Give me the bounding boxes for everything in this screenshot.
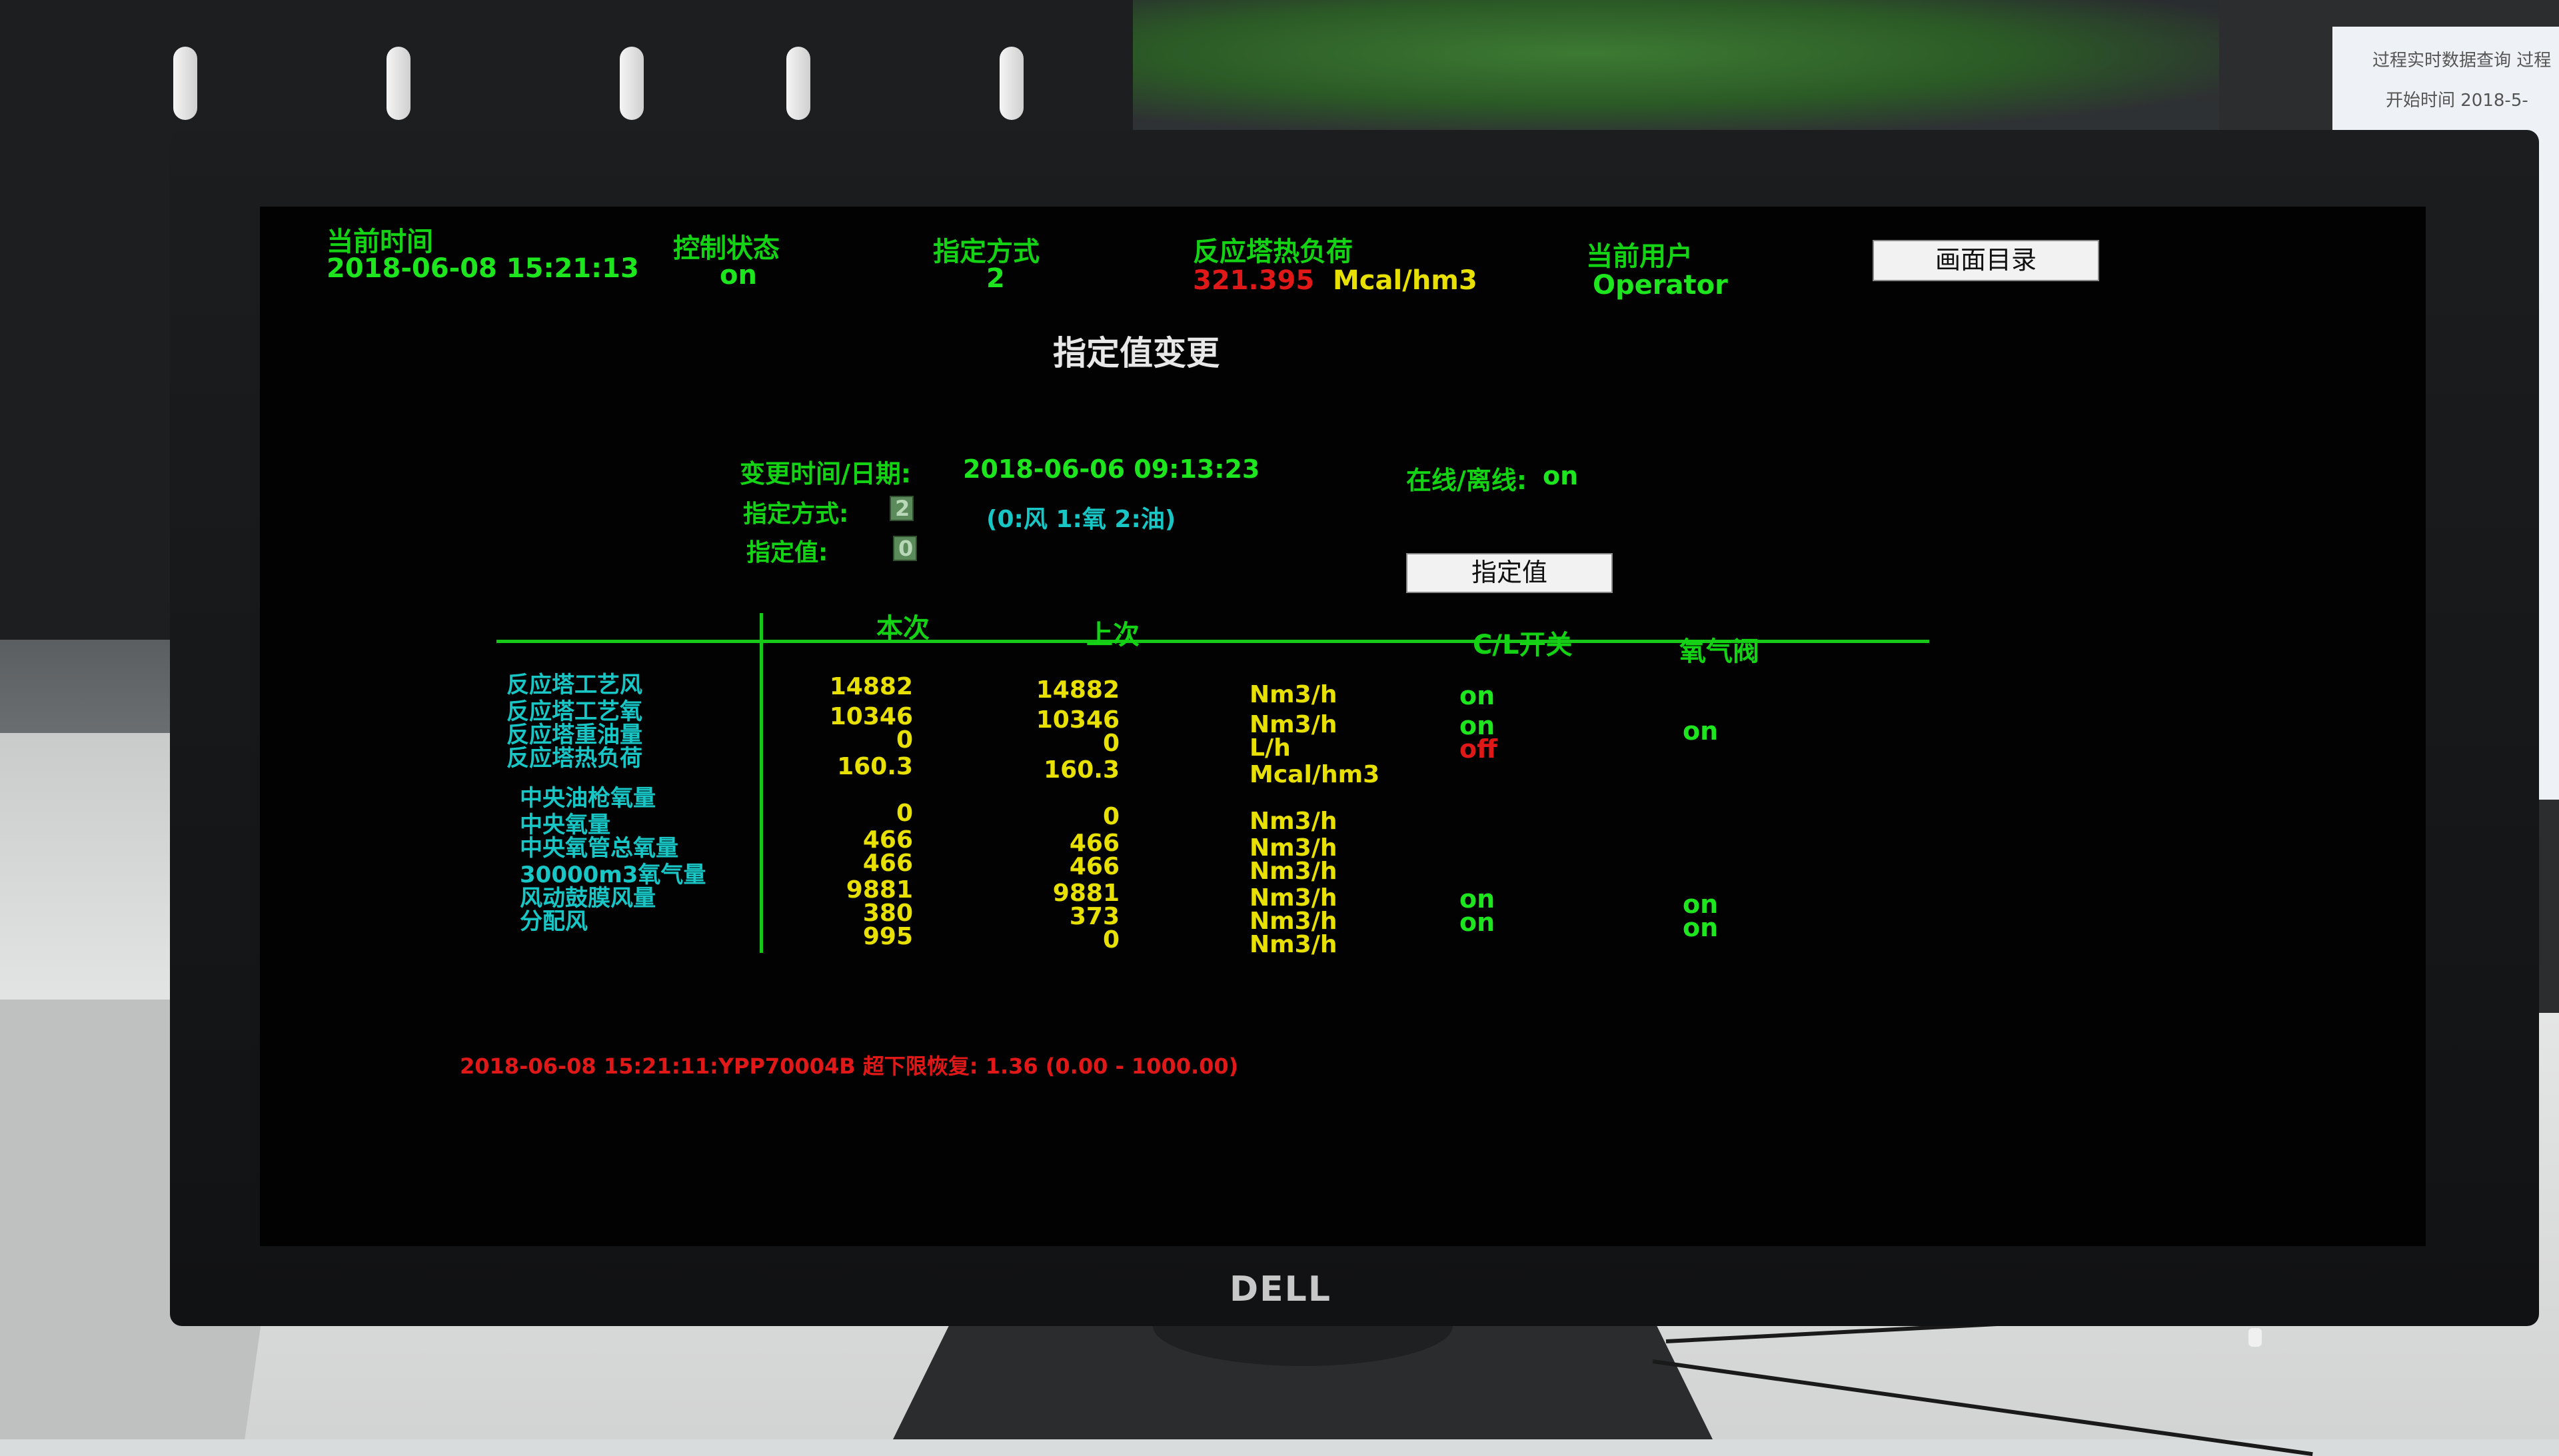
row-current-value: 995	[862, 923, 913, 950]
row-previous-value: 466	[1069, 853, 1120, 880]
current-user-value: Operator	[1593, 270, 1728, 301]
row-label: 分配风	[520, 908, 588, 935]
row-previous-value: 160.3	[1044, 756, 1120, 784]
row-unit: Nm3/h	[1250, 808, 1337, 835]
alarm-message: 2018-06-08 15:21:11:YPP70004B 超下限恢复: 1.3…	[460, 1054, 1239, 1079]
page-title: 指定值变更	[1053, 334, 1220, 372]
row-cl-status: on	[1459, 908, 1495, 937]
setpoint-button[interactable]: 指定值	[1406, 553, 1613, 593]
row-label: 反应塔热负荷	[506, 745, 642, 772]
side-screen-start-time: 开始时间 2018-5-	[2386, 91, 2528, 111]
column-previous: 上次	[1086, 620, 1140, 650]
row-current-value: 14882	[829, 673, 913, 700]
row-previous-value: 0	[1102, 926, 1120, 954]
plant-background	[1133, 0, 2266, 133]
mode-input-label: 指定方式:	[743, 500, 849, 528]
row-current-value: 160.3	[837, 753, 913, 780]
power-led-icon[interactable]	[2248, 1328, 2262, 1347]
online-value: on	[1543, 461, 1579, 490]
row-previous-value: 14882	[1036, 676, 1120, 704]
heat-load-unit: Mcal/hm3	[1333, 265, 1477, 296]
row-current-value: 466	[862, 850, 913, 877]
column-oxygen-valve: 氧气阀	[1679, 636, 1759, 667]
mode-input-value: 2	[895, 496, 910, 521]
cabinet-peg	[1000, 47, 1024, 120]
row-previous-value: 0	[1102, 730, 1120, 757]
row-cl-status: off	[1459, 734, 1497, 764]
mode-value: 2	[986, 263, 1005, 294]
row-oxygen-status: on	[1683, 913, 1719, 942]
row-unit: Mcal/hm3	[1250, 761, 1380, 788]
heat-load-label: 反应塔热负荷	[1193, 237, 1353, 267]
mode-input[interactable]: 2	[890, 496, 914, 521]
side-screen-title: 过程实时数据查询 过程	[2372, 51, 2552, 71]
cabinet-peg	[387, 47, 411, 120]
row-current-value: 0	[896, 800, 913, 827]
brand-logo: DELL	[1230, 1269, 1331, 1309]
change-datetime-value: 2018-06-06 09:13:23	[963, 454, 1260, 484]
current-time-value: 2018-06-08 15:21:13	[327, 253, 639, 284]
cabinet-peg	[786, 47, 810, 120]
column-current: 本次	[876, 613, 930, 644]
current-user-label: 当前用户	[1586, 241, 1693, 272]
row-cl-status: on	[1459, 681, 1495, 710]
row-unit: Nm3/h	[1250, 931, 1337, 958]
online-label: 在线/离线:	[1406, 466, 1527, 495]
row-unit: Nm3/h	[1250, 858, 1337, 885]
row-unit: Nm3/h	[1250, 681, 1337, 708]
control-status-value: on	[720, 260, 757, 291]
row-unit: L/h	[1250, 734, 1291, 762]
menu-button[interactable]: 画面目录	[1873, 240, 2099, 281]
setpoint-input[interactable]: 0	[893, 536, 917, 561]
setpoint-label: 指定值:	[746, 539, 828, 566]
row-oxygen-status: on	[1683, 716, 1719, 746]
scada-screen: 当前时间 2018-06-08 15:21:13 控制状态 on 指定方式 2 …	[260, 207, 2426, 1246]
change-datetime-label: 变更时间/日期:	[740, 459, 912, 488]
cabinet-peg	[620, 47, 644, 120]
row-current-value: 0	[896, 726, 913, 754]
mode-hint: (0:风 1:氧 2:油)	[986, 506, 1176, 533]
table-label-divider	[760, 613, 763, 953]
cabinet-peg	[173, 47, 197, 120]
setpoint-input-value: 0	[898, 536, 914, 561]
heat-load-value: 321.395	[1193, 265, 1315, 296]
column-cl-switch: C/L开关	[1473, 630, 1573, 660]
row-previous-value: 0	[1102, 803, 1120, 830]
